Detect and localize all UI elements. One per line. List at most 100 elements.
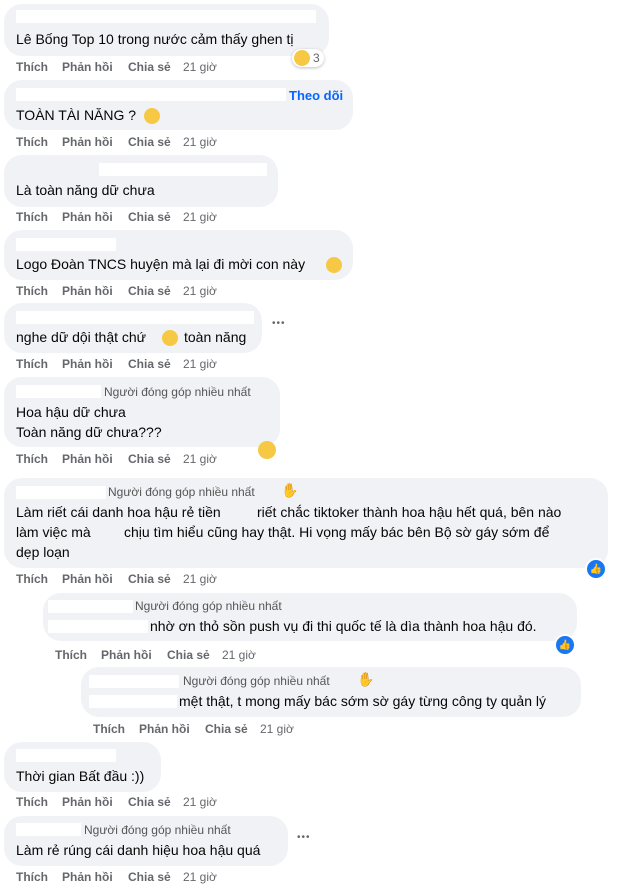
like-button[interactable]: Thích [16, 452, 48, 466]
comment-bubble: Người đóng góp nhiều nhất ✋ Làm riết cái… [4, 478, 608, 568]
comment-bubble: Logo Đoàn TNCS huyện mà lại đi mời con n… [4, 230, 353, 280]
like-button[interactable]: Thích [55, 648, 87, 662]
reaction-count[interactable]: 3 [292, 49, 324, 67]
comment-text: Là toàn năng dữ chưa [16, 182, 155, 198]
timestamp[interactable]: 21 giờ [222, 648, 256, 662]
like-button[interactable]: Thích [16, 60, 48, 74]
share-button[interactable]: Chia sẻ [128, 284, 171, 298]
comment-text: riết chắc tiktoker thành hoa hậu hết quá… [257, 504, 562, 520]
reply-button[interactable]: Phản hồi [62, 357, 113, 371]
timestamp[interactable]: 21 giờ [260, 722, 294, 736]
timestamp[interactable]: 21 giờ [183, 452, 217, 466]
share-button[interactable]: Chia sẻ [167, 648, 210, 662]
comment-text: mệt thật, t mong mấy bác sớm sờ gáy từng… [179, 693, 547, 709]
reply-button[interactable]: Phản hồi [62, 795, 113, 809]
like-button[interactable]: Thích [93, 722, 125, 736]
follow-link[interactable]: Theo dõi [289, 88, 343, 103]
timestamp[interactable]: 21 giờ [183, 357, 217, 371]
reply-button[interactable]: Phản hồi [62, 210, 113, 224]
share-button[interactable]: Chia sẻ [128, 452, 171, 466]
comment-text: Thời gian Bất đầu :)) [16, 768, 145, 784]
timestamp[interactable]: 21 giờ [183, 210, 217, 224]
timestamp[interactable]: 21 giờ [183, 60, 217, 74]
comment-bubble: Là toàn năng dữ chưa [4, 155, 278, 207]
reply-button[interactable]: Phản hồi [101, 648, 152, 662]
top-fan-badge: Người đóng góp nhiều nhất [104, 385, 251, 399]
like-button[interactable]: Thích [16, 210, 48, 224]
comment-bubble: Người đóng góp nhiều nhất Làm rẻ rúng cá… [4, 816, 288, 866]
share-button[interactable]: Chia sẻ [128, 60, 171, 74]
timestamp[interactable]: 21 giờ [183, 572, 217, 586]
top-fan-badge: Người đóng góp nhiều nhất [108, 485, 255, 499]
redacted-author [89, 675, 179, 688]
laughing-emoji-icon [294, 50, 310, 66]
smile-emoji-icon [144, 108, 160, 124]
like-button[interactable]: Thích [16, 572, 48, 586]
comment-text: làm việc mà [16, 524, 91, 540]
more-options-icon[interactable]: ••• [297, 832, 311, 843]
comment-text: TOÀN TÀI NĂNG ? [16, 107, 137, 123]
comment-bubble: Theo dõi TOÀN TÀI NĂNG ? [4, 80, 353, 130]
share-button[interactable]: Chia sẻ [128, 870, 171, 884]
comment-text: nghe dữ dội thật chứ [16, 329, 147, 345]
wave-hand-icon: ✋ [281, 482, 299, 498]
redacted-author [16, 88, 286, 101]
comment-bubble: Lê Bống Top 10 trong nước cảm thấy ghen … [4, 4, 329, 56]
comment-bubble: nghe dữ dội thật chứ toàn năng [4, 303, 262, 353]
like-reaction-icon[interactable]: 👍 [585, 558, 607, 580]
redacted-mention [48, 620, 148, 633]
comment-text: nhờ ơn thỏ sồn push vụ đi thi quốc tế là… [150, 618, 537, 634]
redacted-author [16, 823, 81, 836]
smile-emoji-icon [162, 330, 178, 346]
like-reaction-icon[interactable]: 👍 [554, 634, 576, 656]
top-fan-badge: Người đóng góp nhiều nhất [183, 674, 330, 688]
like-button[interactable]: Thích [16, 284, 48, 298]
comment-bubble: Thời gian Bất đầu :)) [4, 742, 161, 792]
timestamp[interactable]: 21 giờ [183, 135, 217, 149]
like-button[interactable]: Thích [16, 870, 48, 884]
redacted-author [16, 749, 116, 762]
redacted-author [16, 238, 116, 251]
timestamp[interactable]: 21 giờ [183, 284, 217, 298]
comment-text: Lê Bống Top 10 trong nước cảm thấy ghen … [16, 31, 294, 47]
redacted-author [48, 600, 133, 613]
comment-text: toàn năng [184, 329, 247, 345]
comment-text: Làm rẻ rúng cái danh hiệu hoa hậu quá [16, 842, 261, 858]
wave-hand-icon: ✋ [357, 671, 375, 687]
reply-button[interactable]: Phản hồi [62, 572, 113, 586]
like-button[interactable]: Thích [16, 135, 48, 149]
reply-button[interactable]: Phản hồi [62, 284, 113, 298]
more-options-icon[interactable]: ••• [272, 318, 286, 329]
like-button[interactable]: Thích [16, 357, 48, 371]
reply-bubble: Người đóng góp nhiều nhất ✋ mệt thật, t … [81, 667, 581, 717]
redacted-mention [89, 695, 177, 708]
redacted-author [16, 10, 316, 23]
reply-button[interactable]: Phản hồi [62, 135, 113, 149]
reply-button[interactable]: Phản hồi [139, 722, 190, 736]
share-button[interactable]: Chia sẻ [128, 795, 171, 809]
redacted-author [16, 385, 101, 398]
redacted-author [99, 163, 267, 176]
top-fan-badge: Người đóng góp nhiều nhất [135, 599, 282, 613]
sad-emoji-icon [326, 257, 342, 273]
share-button[interactable]: Chia sẻ [128, 135, 171, 149]
laughing-emoji-icon[interactable] [258, 441, 276, 459]
comment-bubble: Người đóng góp nhiều nhất Hoa hậu dữ chư… [4, 377, 280, 447]
comment-text: Toàn năng dữ chưa??? [16, 424, 162, 440]
reply-button[interactable]: Phản hồi [62, 452, 113, 466]
share-button[interactable]: Chia sẻ [128, 572, 171, 586]
share-button[interactable]: Chia sẻ [128, 210, 171, 224]
comment-text: Logo Đoàn TNCS huyện mà lại đi mời con n… [16, 256, 306, 272]
reply-button[interactable]: Phản hồi [62, 60, 113, 74]
top-fan-badge: Người đóng góp nhiều nhất [84, 823, 231, 837]
like-button[interactable]: Thích [16, 795, 48, 809]
reply-bubble: Người đóng góp nhiều nhất nhờ ơn thỏ sồn… [43, 593, 577, 641]
comment-text: Làm riết cái danh hoa hậu rẻ tiền [16, 504, 221, 520]
timestamp[interactable]: 21 giờ [183, 795, 217, 809]
share-button[interactable]: Chia sẻ [128, 357, 171, 371]
reply-button[interactable]: Phản hồi [62, 870, 113, 884]
redacted-author [16, 311, 254, 324]
share-button[interactable]: Chia sẻ [205, 722, 248, 736]
comment-text: chịu tìm hiểu cũng hay thật. Hi vọng mấy… [124, 524, 550, 540]
timestamp[interactable]: 21 giờ [183, 870, 217, 884]
